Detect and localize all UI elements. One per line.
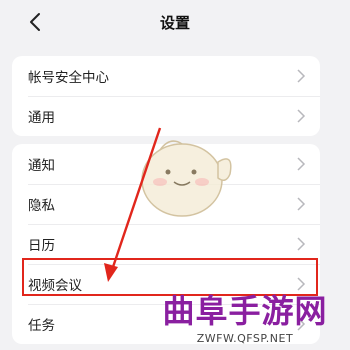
watermark-brand: 曲阜手游网 [162,292,328,330]
chevron-right-icon [297,109,306,123]
chevron-right-icon [297,69,306,83]
chevron-right-icon [297,157,306,171]
settings-group-account: 帐号安全中心 通用 [12,56,320,136]
mascot-watermark [141,140,232,217]
settings-item-label: 通知 [28,158,55,174]
settings-item-label: 隐私 [28,198,55,214]
watermark-url: ZWFW.QFSP.NET [196,332,294,345]
settings-item-account-security[interactable]: 帐号安全中心 [12,56,320,96]
highlight-box [22,258,318,296]
chevron-right-icon [297,237,306,251]
nav-bar: 设置 [0,0,350,46]
settings-item-general[interactable]: 通用 [12,96,320,136]
settings-item-label: 任务 [28,318,55,334]
settings-item-label: 帐号安全中心 [28,70,109,86]
site-watermark: 曲阜手游网 ZWFW.QFSP.NET [140,292,350,350]
chevron-right-icon [297,197,306,211]
settings-item-label: 通用 [28,110,55,126]
settings-item-label: 日历 [28,238,55,254]
page-title: 设置 [159,14,190,32]
